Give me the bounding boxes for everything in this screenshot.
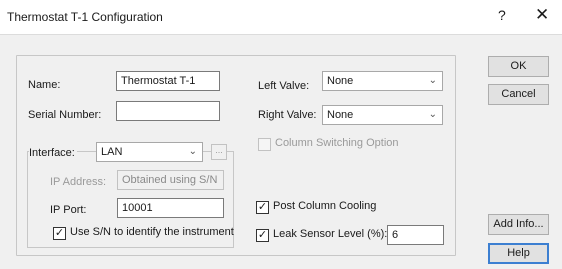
interface-selected-value: LAN <box>101 146 123 158</box>
window-title: Thermostat T-1 Configuration <box>7 10 163 24</box>
chevron-down-icon: ⌄ <box>428 75 437 86</box>
checkmark-icon: ✓ <box>256 201 269 214</box>
checkmark-icon: ✓ <box>53 227 66 240</box>
close-icon[interactable]: ✕ <box>535 5 549 25</box>
post-column-cooling-label: Post Column Cooling <box>273 200 377 212</box>
serial-number-label: Serial Number: <box>28 109 102 121</box>
leak-sensor-checkbox[interactable]: ✓ Leak Sensor Level (%): <box>256 228 396 244</box>
left-valve-label: Left Valve: <box>258 80 310 92</box>
use-sn-label: Use S/N to identify the instrument <box>70 226 234 238</box>
help-button[interactable]: Help <box>488 243 549 264</box>
checkbox-box <box>258 138 271 151</box>
column-switching-label: Column Switching Option <box>275 137 399 149</box>
leak-sensor-input[interactable]: 6 <box>387 225 444 245</box>
title-bar: Thermostat T-1 Configuration ? ✕ <box>0 0 562 35</box>
left-valve-select[interactable]: None ⌄ <box>322 71 443 91</box>
ip-port-input[interactable]: 10001 <box>117 198 224 218</box>
ip-address-input: Obtained using S/N <box>117 170 224 190</box>
chevron-down-icon: ⌄ <box>188 146 197 157</box>
serial-number-input[interactable] <box>116 101 220 121</box>
interface-select[interactable]: LAN ⌄ <box>96 142 203 162</box>
ip-address-label: IP Address: <box>50 176 107 188</box>
post-column-cooling-checkbox[interactable]: ✓ Post Column Cooling <box>256 200 406 216</box>
column-switching-checkbox: Column Switching Option <box>258 137 448 153</box>
help-icon[interactable]: ? <box>498 7 506 23</box>
name-input[interactable]: Thermostat T-1 <box>116 71 220 91</box>
use-sn-checkbox[interactable]: ✓ Use S/N to identify the instrument <box>53 226 234 242</box>
leak-sensor-label: Leak Sensor Level (%): <box>273 228 388 240</box>
ip-port-label: IP Port: <box>50 204 87 216</box>
right-valve-label: Right Valve: <box>258 109 317 121</box>
right-valve-selected-value: None <box>327 109 354 121</box>
add-info-button[interactable]: Add Info... <box>488 214 549 235</box>
left-valve-selected-value: None <box>327 75 354 87</box>
interface-label: Interface: <box>29 147 77 159</box>
ok-button[interactable]: OK <box>488 56 549 77</box>
cancel-button[interactable]: Cancel <box>488 84 549 105</box>
name-label: Name: <box>28 79 61 91</box>
checkmark-icon: ✓ <box>256 229 269 242</box>
right-valve-select[interactable]: None ⌄ <box>322 105 443 125</box>
chevron-down-icon: ⌄ <box>428 109 437 120</box>
interface-browse-button: ... <box>211 144 227 160</box>
